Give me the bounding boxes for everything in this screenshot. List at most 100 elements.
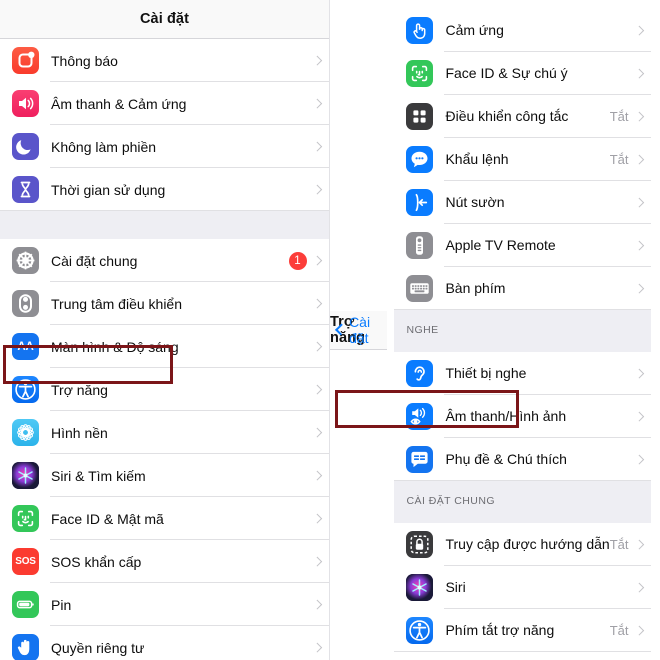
chevron-right-icon: [312, 255, 322, 266]
list-item[interactable]: Bàn phím: [394, 266, 651, 310]
list-item[interactable]: Trợ năng: [0, 368, 329, 411]
list-item-accessory: Tắt: [610, 152, 651, 167]
list-item[interactable]: Âm thanh & Cảm ứng: [0, 82, 329, 125]
list-item[interactable]: Cài đặt chung 1: [0, 239, 329, 282]
chevron-left-icon: [334, 323, 348, 336]
list-item[interactable]: Nút sườn: [394, 180, 652, 224]
chevron-right-icon: [312, 184, 322, 195]
section-header: NGHE: [394, 309, 651, 352]
list-item-value: Tắt: [609, 622, 629, 638]
list-item[interactable]: Phím tắt trợ năng Tắt: [394, 608, 651, 652]
list-item-label: Siri & Tìm kiếm: [51, 467, 146, 484]
sos-icon: SOS: [12, 548, 39, 575]
list-item[interactable]: Thời gian sử dụng: [0, 168, 329, 211]
list-item[interactable]: Cảm ứng: [394, 8, 652, 52]
settings-screen: Cài đặt Thông báo Âm thanh & Cảm ứng Không…: [0, 0, 330, 660]
list-item-value: Tắt: [609, 536, 629, 552]
list-item-accessory: [312, 341, 330, 352]
accessibility-icon: [406, 616, 434, 644]
accessibility-screen: Cài đặt Trợ năng Cảm ứng Face ID & Sự chú…: [330, 0, 660, 660]
chevron-right-icon: [634, 539, 644, 549]
chevron-right-icon: [634, 197, 644, 207]
list-item-label: Trung tâm điều khiển: [51, 295, 182, 312]
list-item[interactable]: Trung tâm điều khiển: [0, 282, 329, 325]
list-item-accessory: [634, 25, 652, 35]
chevron-right-icon: [634, 283, 644, 293]
chevron-right-icon: [634, 111, 644, 121]
list-item[interactable]: Phụ đề & Chú thích: [394, 437, 651, 481]
audio-visual-icon: [406, 402, 434, 430]
list-item-accessory: [634, 68, 652, 78]
chevron-right-icon: [312, 470, 322, 481]
list-item-accessory: 1: [288, 251, 330, 270]
chevron-right-icon: [312, 513, 322, 524]
list-item[interactable]: Face ID & Sự chú ý: [394, 51, 652, 95]
list-item-accessory: Tắt: [610, 109, 651, 124]
back-button[interactable]: Cài đặt: [334, 313, 387, 346]
list-item[interactable]: Khẩu lệnh Tắt: [394, 137, 651, 181]
list-item-accessory: [312, 642, 330, 653]
list-item-label: Thời gian sử dụng: [51, 181, 166, 198]
control-center-icon: [12, 290, 39, 317]
siri-icon: [12, 462, 39, 489]
list-item[interactable]: Truy cập được hướng dẫn Tắt: [394, 522, 651, 566]
screen-time-icon: [12, 176, 39, 203]
list-item-label: Quyền riêng tư: [51, 639, 145, 656]
list-item[interactable]: Quyền riêng tư: [0, 626, 329, 660]
apple-tv-remote-icon: [406, 231, 434, 259]
touch-icon: [406, 16, 434, 44]
list-item-label: Khẩu lệnh: [445, 151, 509, 167]
list-item-value: Tắt: [609, 151, 629, 167]
list-item-accessory: [634, 368, 652, 378]
chevron-right-icon: [312, 556, 322, 567]
list-item[interactable]: Siri & Tìm kiếm: [0, 454, 329, 497]
list-item-label: SOS khẩn cấp: [51, 553, 142, 570]
list-item-accessory: [634, 197, 652, 207]
list-item-label: Cảm ứng: [445, 22, 504, 38]
list-item-label: Trợ năng: [51, 381, 108, 398]
list-item[interactable]: Không làm phiền: [0, 125, 329, 168]
list-item-accessory: [312, 470, 330, 481]
list-item[interactable]: Face ID & Mật mã: [0, 497, 329, 540]
list-item-label: Apple TV Remote: [445, 237, 556, 253]
list-item[interactable]: Siri: [394, 565, 651, 609]
list-item[interactable]: SOS SOS khẩn cấp: [0, 540, 329, 583]
list-item[interactable]: Âm thanh/Hình ảnh: [394, 394, 651, 438]
list-item-accessory: [634, 240, 652, 250]
list-item-label: Cài đặt chung: [51, 252, 138, 269]
chevron-right-icon: [634, 368, 644, 378]
chevron-right-icon: [634, 454, 644, 464]
list-item[interactable]: Điều khiển công tắc Tắt: [394, 94, 651, 138]
list-item-label: Âm thanh/Hình ảnh: [445, 408, 567, 424]
list-item-accessory: Tắt: [610, 623, 651, 638]
chevron-right-icon: [312, 55, 322, 66]
gear-icon: [12, 247, 39, 274]
list-item-accessory: [312, 98, 330, 109]
guided-access-icon: [406, 530, 434, 558]
list-item-label: Điều khiển công tắc: [445, 108, 569, 124]
list-item[interactable]: Pin: [0, 583, 329, 626]
back-button-label: Cài đặt: [349, 313, 371, 346]
list-item-label: Hình nền: [51, 424, 108, 441]
list-item-label: Siri: [445, 579, 466, 595]
display-brightness-icon: AA: [12, 333, 39, 360]
hearing-devices-icon: [406, 359, 434, 387]
list-group: Thông báo Âm thanh & Cảm ứng Không làm phi…: [0, 39, 329, 211]
list-item-accessory: [312, 556, 330, 567]
accessibility-icon: [12, 376, 39, 403]
settings-list[interactable]: Thông báo Âm thanh & Cảm ứng Không làm phi…: [0, 39, 329, 660]
list-item[interactable]: Apple TV Remote: [394, 223, 652, 267]
accessibility-list[interactable]: Cảm ứng Face ID & Sự chú ý Điều khiển công…: [394, 8, 652, 652]
list-item[interactable]: Hình nền: [0, 411, 329, 454]
list-item[interactable]: Thông báo: [0, 39, 329, 82]
list-item-accessory: [312, 384, 330, 395]
switch-control-icon: [406, 102, 434, 130]
list-item[interactable]: Thiết bị nghe: [394, 351, 652, 395]
list-item-accessory: [312, 427, 330, 438]
list-item[interactable]: AA Màn hình & Độ sáng: [0, 325, 329, 368]
list-item-label: Âm thanh & Cảm ứng: [51, 95, 187, 112]
chevron-right-icon: [634, 240, 644, 250]
list-group: Cài đặt chung 1 Trung tâm điều khiển AA Màn …: [0, 239, 329, 660]
list-item-accessory: [312, 513, 330, 524]
page-title: Cài đặt: [139, 11, 190, 27]
